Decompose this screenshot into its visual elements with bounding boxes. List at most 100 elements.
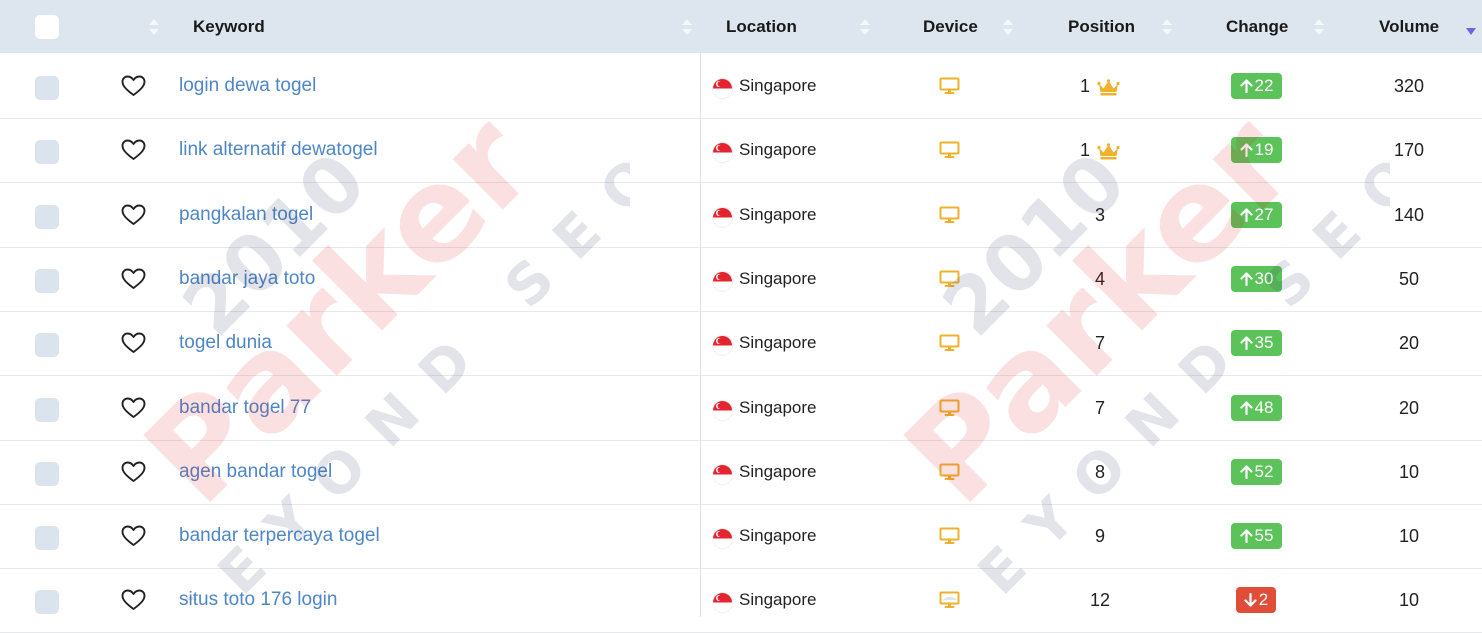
row-checkbox[interactable] (35, 526, 59, 551)
position-value: 12 (1089, 590, 1111, 611)
sort-icon[interactable] (859, 17, 871, 37)
sort-desc-icon[interactable] (1465, 24, 1477, 36)
position-value: 3 (1094, 204, 1105, 225)
volume-value: 10 (1398, 461, 1420, 482)
table-row: login dewa togel Singapore 1 22 320 (0, 54, 1482, 119)
keyword-link[interactable]: bandar terpercaya togel (179, 504, 380, 568)
desktop-icon (939, 591, 960, 609)
keyword-link[interactable]: togel dunia (179, 311, 272, 375)
heart-icon[interactable] (121, 139, 146, 161)
volume-value: 20 (1398, 333, 1420, 354)
header-position[interactable]: Position (1068, 0, 1135, 53)
desktop-icon (939, 463, 960, 481)
position-value: 7 (1094, 397, 1105, 418)
sort-icon[interactable] (148, 17, 160, 37)
change-badge: 22 (1231, 73, 1282, 99)
table-row: bandar terpercaya togel Singapore 9 55 1… (0, 504, 1482, 570)
singapore-flag-icon (712, 463, 733, 485)
keyword-link[interactable]: bandar jaya toto (179, 247, 315, 311)
volume-value: 50 (1398, 268, 1420, 289)
sort-icon[interactable] (1161, 17, 1173, 37)
row-checkbox[interactable] (35, 397, 59, 422)
arrow-up-icon (1239, 272, 1253, 286)
table-row: situs toto 176 login Singapore 12 2 10 (0, 568, 1482, 633)
singapore-flag-icon (712, 399, 733, 421)
arrow-up-icon (1239, 465, 1253, 479)
change-value: 55 (1254, 526, 1274, 546)
singapore-flag-icon (712, 592, 733, 614)
table-row: pangkalan togel Singapore 3 27 140 (0, 183, 1482, 248)
singapore-flag-icon (712, 206, 733, 228)
singapore-flag-icon (712, 270, 733, 292)
desktop-icon (939, 206, 960, 224)
keyword-link[interactable]: agen bandar togel (179, 440, 332, 504)
change-badge: 35 (1231, 330, 1282, 357)
location-label: Singapore (739, 333, 817, 353)
keyword-link[interactable]: situs toto 176 login (179, 568, 337, 632)
volume-value: 10 (1398, 526, 1420, 547)
row-checkbox[interactable] (35, 333, 59, 358)
change-value: 22 (1254, 76, 1274, 95)
change-badge: 2 (1236, 587, 1276, 614)
header-change[interactable]: Change (1226, 0, 1288, 53)
singapore-flag-icon (712, 335, 733, 357)
keyword-link[interactable]: bandar togel 77 (179, 376, 311, 440)
keyword-link[interactable]: pangkalan togel (179, 183, 313, 247)
change-value: 19 (1254, 140, 1274, 160)
heart-icon[interactable] (121, 204, 146, 226)
heart-icon[interactable] (121, 525, 146, 547)
volume-value: 20 (1398, 397, 1420, 418)
position-value: 7 (1094, 333, 1105, 354)
change-badge: 55 (1231, 523, 1282, 550)
heart-icon[interactable] (121, 589, 146, 611)
sort-icon[interactable] (1313, 17, 1325, 37)
desktop-icon (939, 399, 960, 417)
change-badge: 30 (1231, 265, 1282, 292)
change-badge: 27 (1231, 201, 1282, 228)
crown-icon (1097, 79, 1120, 96)
desktop-icon (939, 334, 960, 352)
table-row: link alternatif dewatogel Singapore 1 19… (0, 118, 1482, 184)
change-value: 27 (1254, 204, 1274, 224)
arrow-up-icon (1239, 79, 1253, 93)
row-checkbox[interactable] (35, 204, 59, 229)
crown-icon (1097, 143, 1120, 160)
header-location[interactable]: Location (726, 0, 797, 53)
arrow-up-icon (1239, 529, 1253, 544)
heart-icon[interactable] (121, 461, 146, 483)
heart-icon[interactable] (121, 332, 146, 354)
row-checkbox[interactable] (35, 461, 59, 486)
row-checkbox[interactable] (35, 590, 59, 615)
keyword-link[interactable]: link alternatif dewatogel (179, 118, 378, 182)
singapore-flag-icon (712, 528, 733, 550)
header-keyword[interactable]: Keyword (193, 0, 265, 53)
change-value: 2 (1258, 590, 1269, 610)
desktop-icon (939, 77, 960, 95)
singapore-flag-icon (712, 78, 733, 99)
sort-icon[interactable] (1002, 17, 1014, 37)
select-all-checkbox[interactable] (35, 15, 59, 39)
heart-icon[interactable] (121, 268, 146, 290)
heart-icon[interactable] (121, 75, 146, 97)
desktop-icon (939, 141, 960, 159)
position-value: 9 (1094, 526, 1105, 547)
table-row: togel dunia Singapore 7 35 20 (0, 311, 1482, 377)
row-checkbox[interactable] (35, 140, 59, 165)
arrow-up-icon (1239, 207, 1253, 222)
volume-value: 170 (1393, 140, 1425, 161)
change-value: 48 (1254, 397, 1274, 417)
table-header: Keyword Location Device Position Change … (0, 0, 1482, 53)
change-badge: 48 (1231, 394, 1282, 421)
keyword-link[interactable]: login dewa togel (179, 54, 316, 118)
sort-icon[interactable] (681, 17, 693, 37)
table-row: agen bandar togel Singapore 8 52 10 (0, 440, 1482, 505)
heart-icon[interactable] (121, 397, 146, 419)
location-label: Singapore (739, 140, 817, 160)
arrow-up-icon (1239, 336, 1253, 351)
row-checkbox[interactable] (35, 268, 59, 293)
row-checkbox[interactable] (35, 76, 59, 100)
header-volume[interactable]: Volume (1379, 0, 1439, 53)
header-device[interactable]: Device (923, 0, 978, 53)
table-row: bandar togel 77 Singapore 7 48 20 (0, 376, 1482, 441)
desktop-icon (939, 270, 960, 288)
